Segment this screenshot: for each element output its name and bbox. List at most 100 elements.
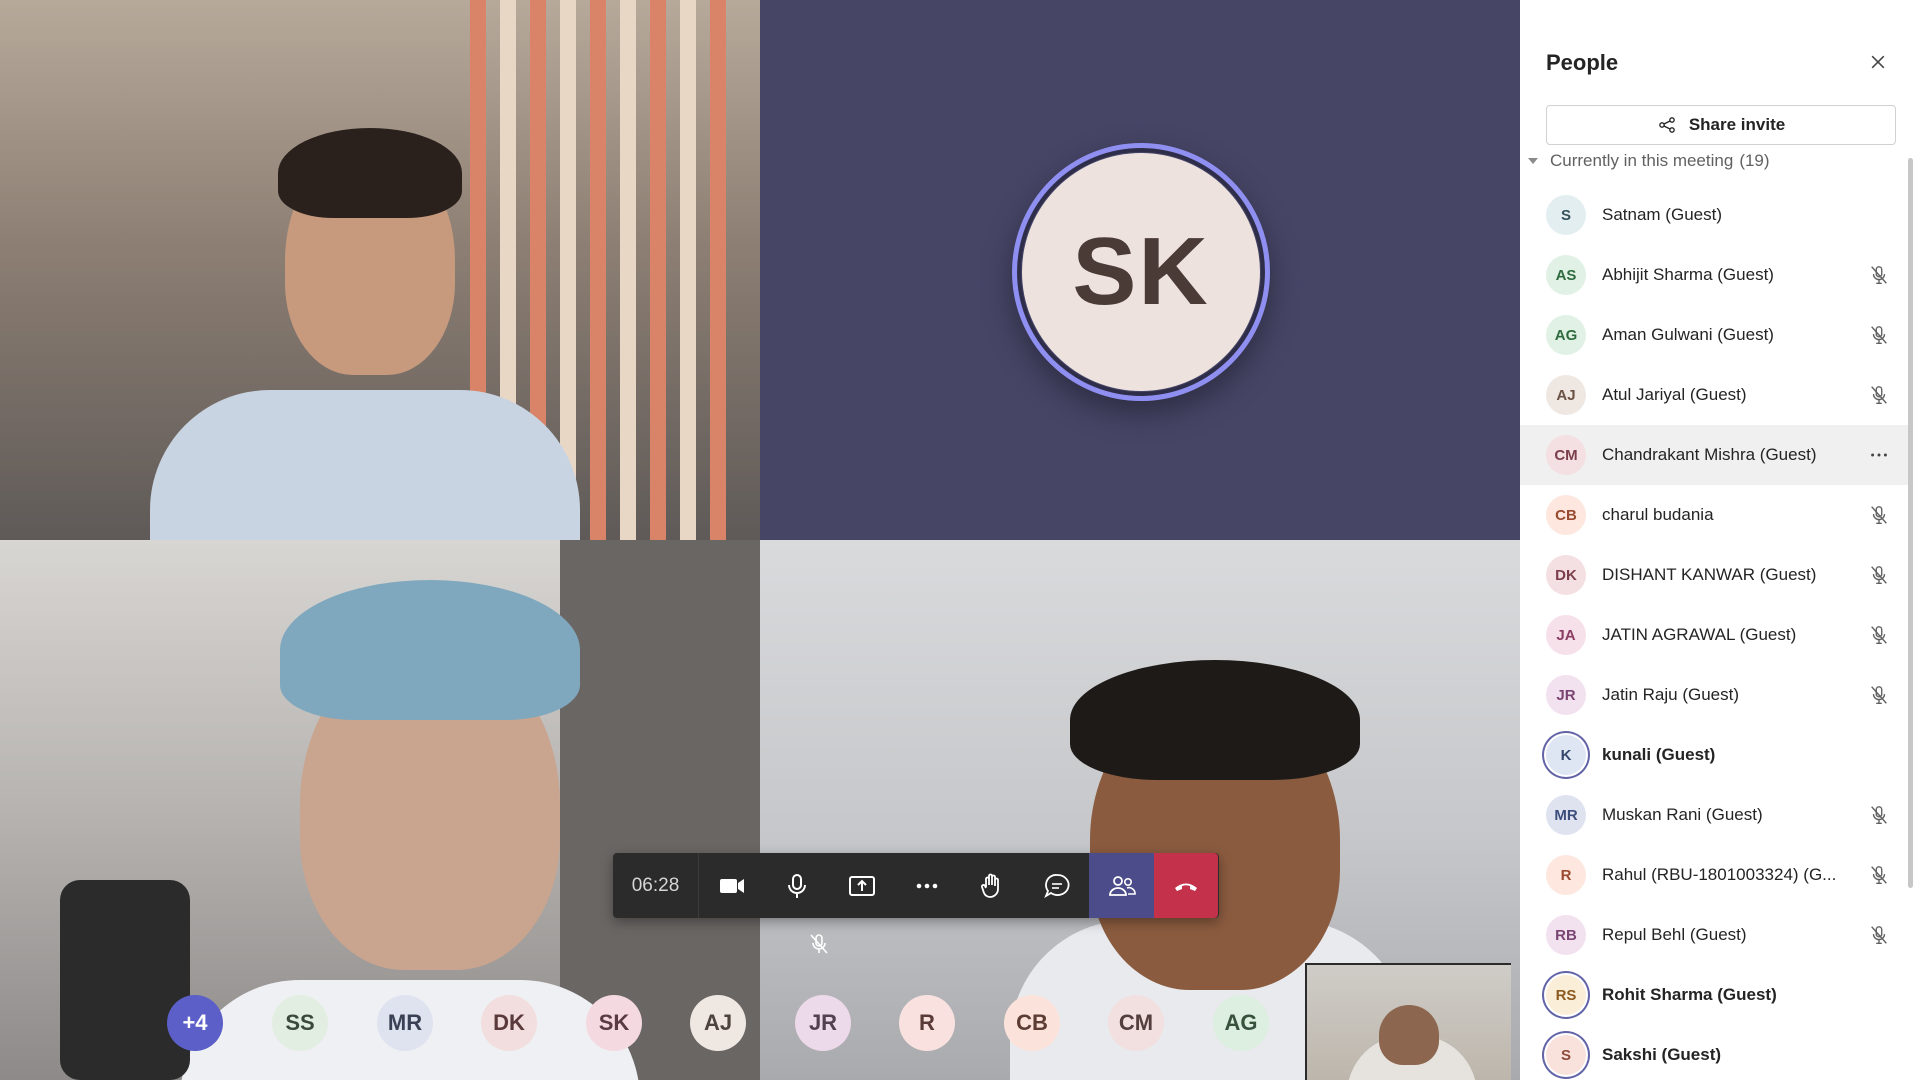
participant-hair: [1070, 660, 1360, 780]
participant-name: Aman Gulwani (Guest): [1602, 325, 1774, 344]
participant-row[interactable]: DK DISHANT KANWAR (Guest): [1520, 545, 1908, 605]
participant-avatar[interactable]: AG: [1213, 995, 1269, 1051]
participant-avatar[interactable]: JR: [795, 995, 851, 1051]
participant-row[interactable]: RB Repul Behl (Guest): [1520, 905, 1908, 965]
muted-indicator: [1867, 803, 1891, 827]
microphone-icon: [787, 873, 806, 898]
background-chair: [60, 880, 190, 1080]
participant-name: Repul Behl (Guest): [1602, 925, 1747, 944]
chevron-down-icon: [1528, 158, 1538, 164]
avatar: DK: [1546, 555, 1586, 595]
participant-row[interactable]: JA JATIN AGRAWAL (Guest): [1520, 605, 1908, 665]
more-icon: [916, 883, 937, 888]
avatar: S: [1546, 195, 1586, 235]
muted-mic-icon: [1871, 266, 1887, 284]
section-count: (19): [1739, 151, 1770, 170]
participant-avatar[interactable]: SS: [272, 995, 328, 1051]
people-panel: People Share invite Currently in this me…: [1520, 0, 1920, 1080]
participant-row[interactable]: CM Chandrakant Mishra (Guest): [1520, 425, 1908, 485]
participant-name: kunali (Guest): [1602, 745, 1716, 764]
muted-indicator: [1867, 323, 1891, 347]
participant-row[interactable]: S Sakshi (Guest): [1520, 1025, 1908, 1080]
raise-hand-button[interactable]: [959, 853, 1024, 918]
participant-row[interactable]: MR Muskan Rani (Guest): [1520, 785, 1908, 845]
video-tile-participant-2[interactable]: [0, 540, 760, 1080]
curtain-stripe: [710, 0, 726, 540]
microphone-button[interactable]: [764, 853, 829, 918]
participant-avatar[interactable]: SK: [586, 995, 642, 1051]
muted-mic-icon: [1871, 686, 1887, 704]
participant-row[interactable]: AS Abhijit Sharma (Guest): [1520, 245, 1908, 305]
participant-name: charul budania: [1602, 505, 1714, 524]
camera-icon: [719, 878, 744, 893]
muted-indicator: [1867, 923, 1891, 947]
participant-name: Rahul (RBU-1801003324) (G...: [1602, 865, 1837, 884]
hang-up-icon: [1175, 883, 1197, 891]
participant-avatar[interactable]: MR: [377, 995, 433, 1051]
overflow-participants-avatar[interactable]: +4: [167, 995, 223, 1051]
participant-row[interactable]: JR Jatin Raju (Guest): [1520, 665, 1908, 725]
chat-icon: [1043, 873, 1069, 898]
muted-mic-icon: [1871, 806, 1887, 824]
avatar: S: [1546, 1035, 1586, 1075]
close-icon: [1871, 55, 1885, 69]
participant-name: Muskan Rani (Guest): [1602, 805, 1763, 824]
call-timer: 06:28: [613, 853, 699, 918]
share-invite-button[interactable]: Share invite: [1546, 105, 1896, 145]
muted-indicator: [1867, 623, 1891, 647]
share-invite-label: Share invite: [1688, 115, 1786, 134]
participants-button[interactable]: [1089, 853, 1154, 918]
participant-name: Abhijit Sharma (Guest): [1602, 265, 1774, 284]
participant-row[interactable]: CB charul budania: [1520, 485, 1908, 545]
participant-avatar[interactable]: AJ: [690, 995, 746, 1051]
participant-avatar[interactable]: R: [899, 995, 955, 1051]
participant-avatar[interactable]: CM: [1108, 995, 1164, 1051]
people-icon: [1108, 875, 1136, 896]
panel-title: People: [1546, 50, 1619, 75]
participant-row[interactable]: AJ Atul Jariyal (Guest): [1520, 365, 1908, 425]
self-view-video[interactable]: [1305, 963, 1511, 1080]
curtain-stripe: [620, 0, 636, 540]
participant-avatar[interactable]: CB: [1004, 995, 1060, 1051]
avatar: K: [1546, 735, 1586, 775]
participant-avatar[interactable]: DK: [481, 995, 537, 1051]
more-actions-button[interactable]: [894, 853, 959, 918]
participant-name: DISHANT KANWAR (Guest): [1602, 565, 1817, 584]
participant-row[interactable]: S Satnam (Guest): [1520, 185, 1908, 245]
participant-name: Jatin Raju (Guest): [1602, 685, 1739, 704]
share-screen-button[interactable]: [829, 853, 894, 918]
avatar: R: [1546, 855, 1586, 895]
participant-hair: [280, 580, 580, 720]
participant-name: Satnam (Guest): [1602, 205, 1722, 224]
avatar: AS: [1546, 255, 1586, 295]
avatar: JA: [1546, 615, 1586, 655]
video-tile-participant-1[interactable]: [0, 0, 760, 540]
speaker-avatar: SK: [1022, 153, 1260, 391]
curtain-stripe: [650, 0, 666, 540]
muted-indicator: [1867, 683, 1891, 707]
self-head: [1379, 1005, 1439, 1065]
avatar: RS: [1546, 975, 1586, 1015]
participant-row[interactable]: AG Aman Gulwani (Guest): [1520, 305, 1908, 365]
muted-mic-icon: [810, 934, 828, 954]
panel-scrollbar[interactable]: [1908, 158, 1913, 888]
meeting-section-header[interactable]: Currently in this meeting (19): [1528, 151, 1770, 171]
camera-button[interactable]: [699, 853, 764, 918]
more-icon: [1871, 453, 1887, 457]
more-options-button[interactable]: [1867, 443, 1891, 467]
share-screen-icon: [848, 875, 875, 896]
participant-row[interactable]: RS Rohit Sharma (Guest): [1520, 965, 1908, 1025]
speaker-initials: SK: [1072, 218, 1210, 325]
participant-name: Atul Jariyal (Guest): [1602, 385, 1747, 404]
participant-name: Sakshi (Guest): [1602, 1045, 1722, 1064]
avatar: RB: [1546, 915, 1586, 955]
muted-mic-icon: [1871, 866, 1887, 884]
close-panel-button[interactable]: [1866, 50, 1890, 74]
muted-indicator: [1867, 563, 1891, 587]
chat-button[interactable]: [1024, 853, 1089, 918]
participant-row[interactable]: R Rahul (RBU-1801003324) (G...: [1520, 845, 1908, 905]
participant-name: Rohit Sharma (Guest): [1602, 985, 1777, 1004]
participant-row[interactable]: Kkunali (Guest): [1520, 725, 1908, 785]
avatar: CM: [1546, 435, 1586, 475]
leave-call-button[interactable]: [1154, 853, 1218, 918]
